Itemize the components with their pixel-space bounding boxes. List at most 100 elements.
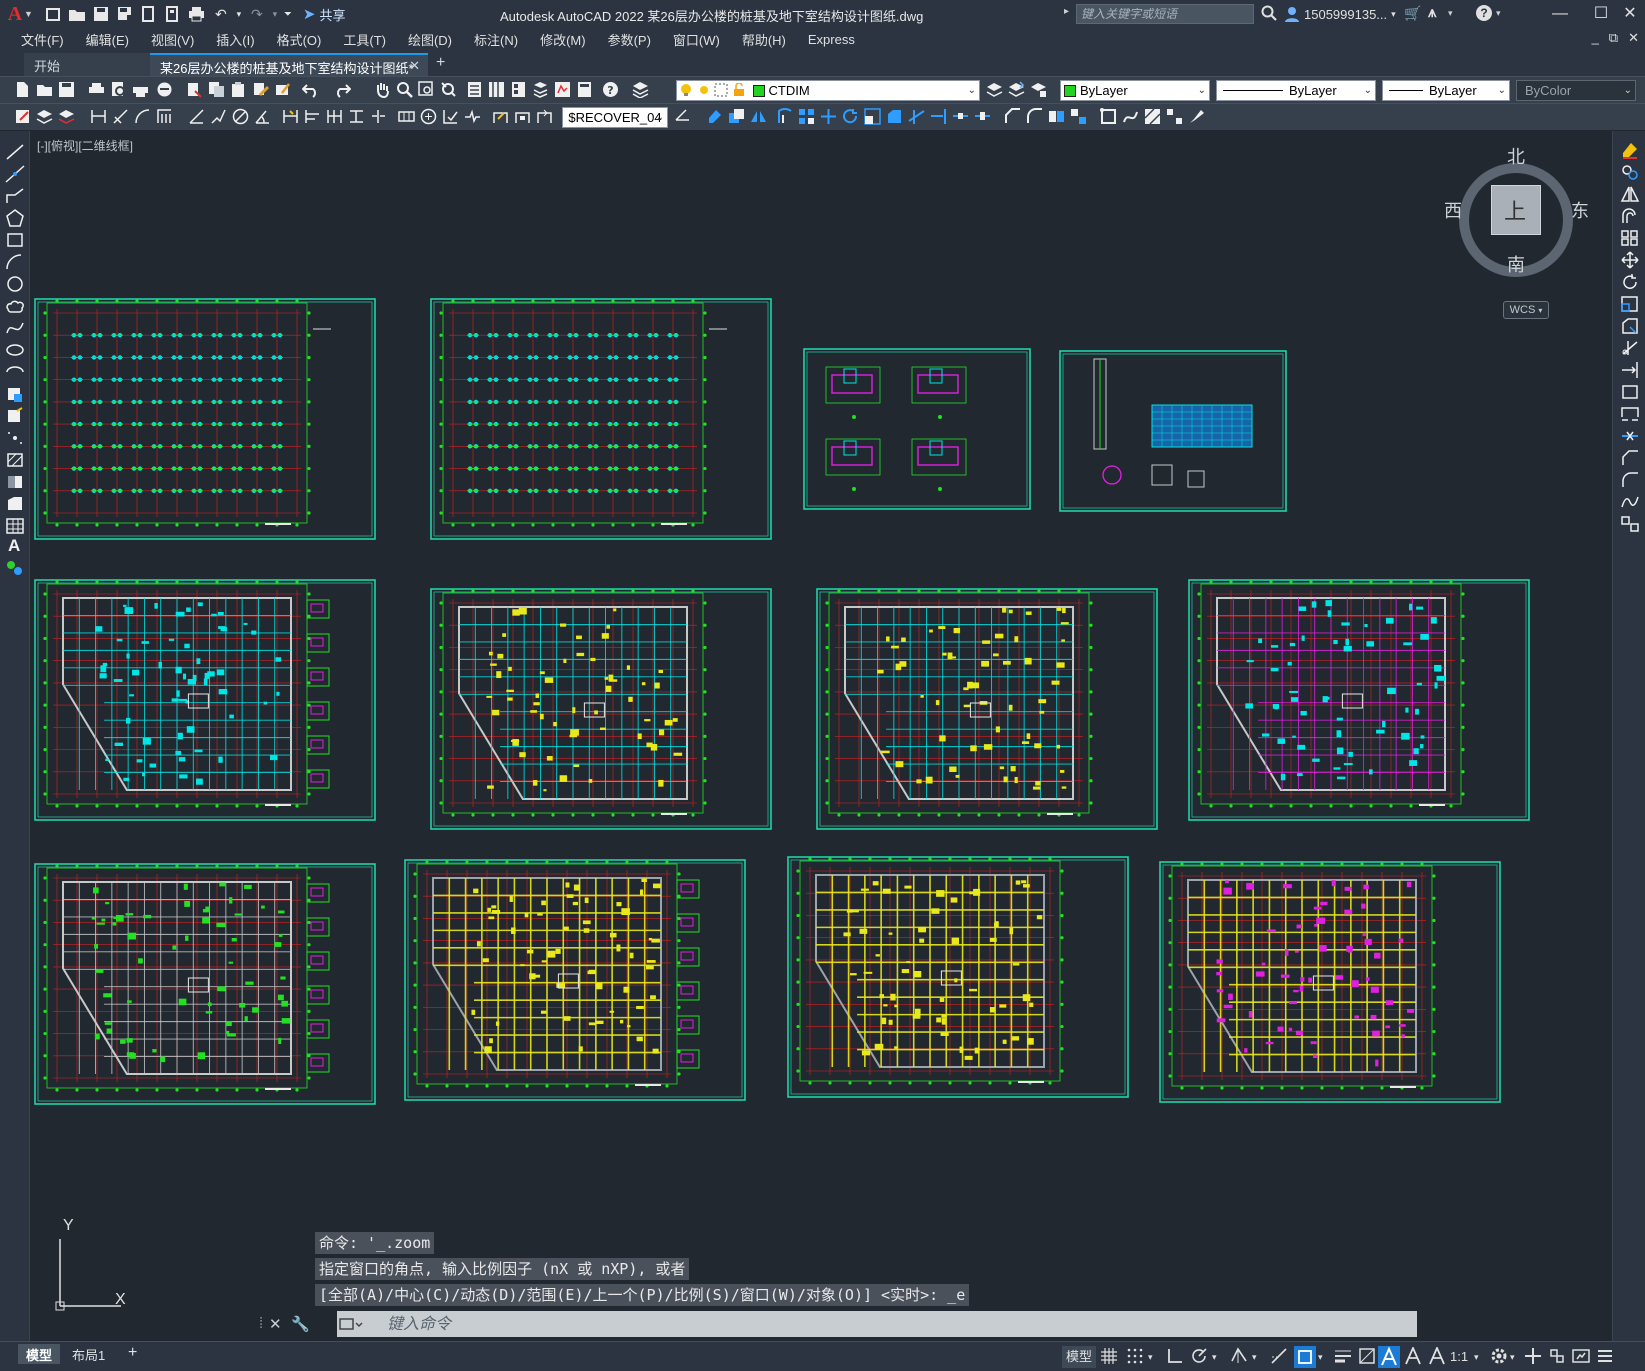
tb2-move-icon[interactable] [820, 108, 837, 125]
autodesk-a360-icon[interactable]: ⩚ [1428, 4, 1436, 21]
tab-model[interactable]: 模型 [18, 1344, 61, 1364]
tb2-dim-space-icon[interactable] [348, 108, 365, 125]
mod-stretch-icon[interactable] [1620, 317, 1640, 335]
save-icon[interactable] [90, 4, 112, 24]
isolate-objects-icon[interactable] [1548, 1347, 1566, 1365]
help-chevron-icon[interactable]: ▾ [1496, 8, 1501, 19]
menu-express[interactable]: Express [797, 32, 866, 47]
search-input[interactable]: 键入关键字或短语 [1076, 4, 1254, 24]
save-as-icon[interactable] [114, 4, 136, 24]
app-menu-chevron-icon[interactable]: ▼ [24, 9, 33, 19]
tb2-dimedit-icon[interactable] [492, 108, 509, 125]
tb2-jogged-linear-icon[interactable] [464, 108, 481, 125]
transparency-icon[interactable] [1358, 1347, 1376, 1365]
insert-block-icon[interactable] [5, 385, 25, 403]
draw-revision-cloud-icon[interactable] [5, 297, 25, 315]
redo-icon[interactable]: ↷ [246, 4, 268, 24]
tb-pan-icon[interactable] [374, 81, 391, 98]
mod-break-icon[interactable] [1620, 405, 1640, 423]
mod-join-icon[interactable] [1620, 427, 1640, 445]
tb2-chamfer-icon[interactable] [1004, 108, 1021, 125]
draw-region-icon[interactable] [5, 495, 25, 513]
draw-point-icon[interactable] [5, 429, 25, 447]
grid-display-icon[interactable] [1100, 1347, 1118, 1365]
menu-file[interactable]: 文件(F) [10, 30, 75, 49]
minimize-window-button[interactable]: — [1545, 2, 1575, 26]
tb-tool-palettes-icon[interactable] [510, 81, 527, 98]
mod-fillet-icon[interactable] [1620, 471, 1640, 489]
tb2-array-icon[interactable] [798, 108, 815, 125]
tb2-edit-spline-icon[interactable] [1122, 108, 1139, 125]
tb2-object-snap-icon[interactable] [14, 108, 31, 125]
tb-zoom-window-icon[interactable] [418, 81, 435, 98]
draw-arc-icon[interactable] [5, 253, 25, 271]
polar-chevron-icon[interactable]: ▾ [1212, 1346, 1217, 1368]
command-customize-wrench-icon[interactable]: 🔧 [291, 1315, 310, 1333]
snap-mode-icon[interactable] [1126, 1347, 1144, 1365]
menu-help[interactable]: 帮助(H) [731, 30, 797, 49]
wcs-menu-button[interactable]: WCS ▾ [1503, 301, 1549, 319]
snap-chevron-icon[interactable]: ▾ [1148, 1346, 1153, 1368]
customize-qat-chevron-icon[interactable]: ⏷ [282, 4, 294, 24]
draw-table-icon[interactable] [5, 517, 25, 535]
tb2-tolerance-icon[interactable] [398, 108, 415, 125]
annotation-scale-value[interactable]: 1:1 [1450, 1346, 1468, 1368]
tb-plot-preview-icon[interactable] [110, 81, 127, 98]
draw-gradient-icon[interactable] [5, 473, 25, 491]
compass-south[interactable]: 南 [1507, 251, 1525, 277]
web-mobile-open-icon[interactable] [138, 4, 160, 24]
tb-save-icon[interactable] [58, 81, 75, 98]
tb-plot-icon[interactable] [88, 81, 105, 98]
tb-block-editor-icon[interactable] [274, 81, 291, 98]
menu-modify[interactable]: 修改(M) [529, 30, 597, 49]
new-file-icon[interactable] [42, 4, 64, 24]
annotation-scale-icon[interactable] [1428, 1347, 1446, 1365]
a360-chevron-icon[interactable]: ▾ [1448, 8, 1453, 19]
draw-line-icon[interactable] [5, 143, 25, 161]
tb-help-icon[interactable]: ? [602, 81, 619, 98]
add-selected-icon[interactable] [5, 559, 25, 577]
undo-icon[interactable]: ↶ [210, 4, 232, 24]
web-mobile-save-icon[interactable] [162, 4, 184, 24]
tb2-edit-polyline-icon[interactable] [1100, 108, 1117, 125]
draw-text-icon[interactable]: A [8, 536, 20, 556]
customization-menu-icon[interactable] [1596, 1347, 1614, 1365]
draw-polyline-icon[interactable] [5, 187, 25, 205]
tb2-quick-dim-icon[interactable] [282, 108, 299, 125]
tb-properties-icon[interactable] [466, 81, 483, 98]
menu-window[interactable]: 窗口(W) [662, 30, 731, 49]
annotation-monitor-plus-icon[interactable] [1524, 1347, 1542, 1365]
plot-icon[interactable] [186, 4, 208, 24]
tb2-scale-icon[interactable] [864, 108, 881, 125]
mod-blend-curves-icon[interactable] [1620, 493, 1640, 511]
new-tab-button[interactable]: + [436, 54, 445, 72]
tb-match-properties-icon[interactable] [252, 81, 269, 98]
search-expand-chevron-icon[interactable]: ▸ [1064, 6, 1069, 17]
color-dropdown[interactable]: ByLayer ⌄ [1060, 80, 1210, 101]
cart-icon[interactable]: 🛒 [1404, 5, 1421, 22]
draw-construction-line-icon[interactable] [5, 165, 25, 183]
tb2-layer-iso-icon[interactable] [36, 108, 53, 125]
command-close-icon[interactable]: ✕ [269, 1315, 282, 1333]
mod-copy-icon[interactable] [1620, 163, 1640, 181]
share-button[interactable]: ➤ 共享 [303, 5, 346, 24]
mod-trim-icon[interactable] [1620, 339, 1640, 357]
tb2-inspect-icon[interactable] [442, 108, 459, 125]
scale-chevron-icon[interactable]: ▾ [1474, 1346, 1479, 1368]
viewcube-top-face[interactable]: 上 [1491, 185, 1541, 235]
tb2-edit-attribute-icon[interactable] [1188, 108, 1205, 125]
mod-offset-icon[interactable] [1620, 207, 1640, 225]
menu-parametric[interactable]: 参数(P) [597, 30, 662, 49]
tb2-copy-object-icon[interactable] [728, 108, 745, 125]
doc-close-button[interactable]: ✕ [1628, 30, 1639, 46]
tb-redo-icon[interactable] [334, 81, 351, 98]
tb2-baseline-dim-icon[interactable] [304, 108, 321, 125]
tb2-dim-update-icon[interactable] [536, 108, 553, 125]
tb2-angular-dim-icon[interactable] [254, 108, 271, 125]
tb2-edit-array-icon[interactable] [1166, 108, 1183, 125]
tb-layer-properties-icon[interactable] [632, 81, 649, 98]
tb-paste-icon[interactable] [230, 81, 247, 98]
compass-east[interactable]: 东 [1571, 197, 1589, 223]
mod-rotate-icon[interactable] [1620, 273, 1640, 291]
tb2-stretch-icon[interactable] [886, 108, 903, 125]
